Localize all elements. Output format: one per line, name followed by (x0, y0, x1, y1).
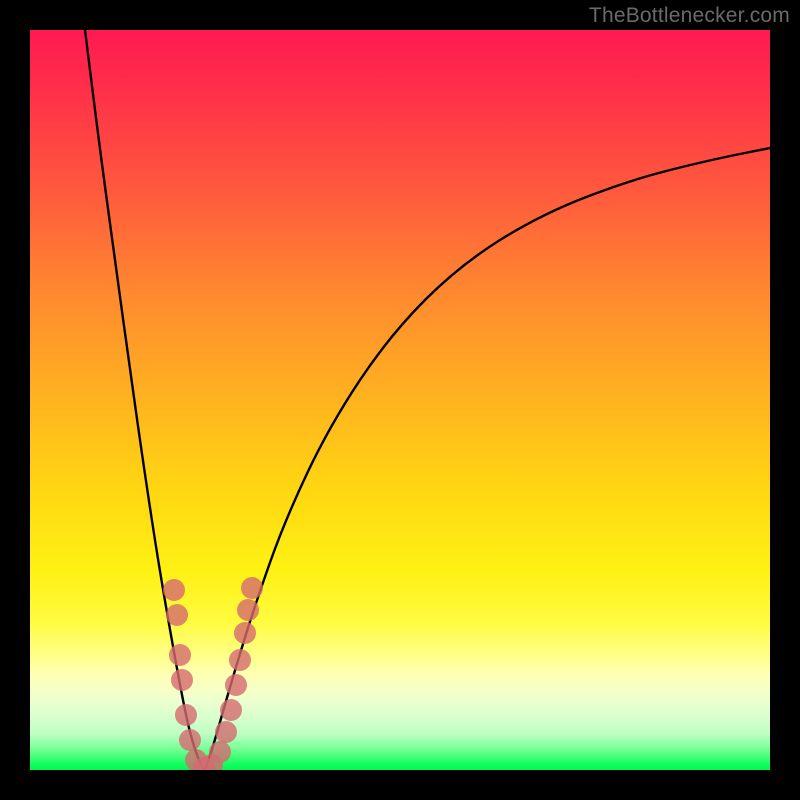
data-marker (241, 577, 263, 599)
data-marker (179, 729, 201, 751)
data-marker (169, 644, 191, 666)
data-marker (171, 669, 193, 691)
data-marker (215, 721, 237, 743)
watermark-text: TheBottlenecker.com (589, 4, 790, 28)
markers-group (163, 577, 263, 770)
data-marker (237, 599, 259, 621)
data-marker (229, 649, 251, 671)
data-marker (166, 604, 188, 626)
chart-frame: TheBottlenecker.com (0, 0, 800, 800)
chart-svg (30, 30, 770, 770)
data-marker (220, 699, 242, 721)
data-marker (163, 579, 185, 601)
data-marker (225, 674, 247, 696)
plot-area (30, 30, 770, 770)
data-marker (234, 622, 256, 644)
data-marker (209, 741, 231, 763)
right-curve (205, 148, 770, 770)
data-marker (175, 704, 197, 726)
